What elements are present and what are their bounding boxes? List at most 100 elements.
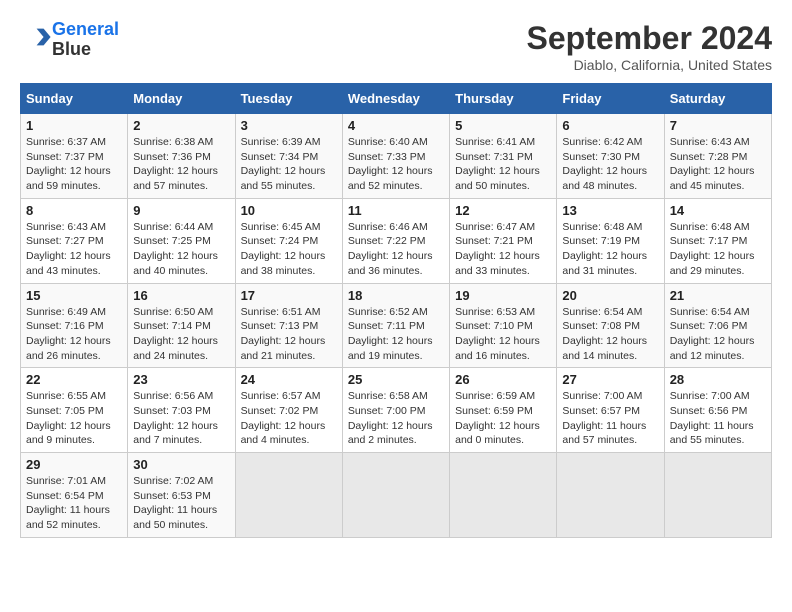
day-info: Sunrise: 6:42 AMSunset: 7:30 PMDaylight:… — [562, 136, 647, 192]
day-number: 13 — [562, 203, 658, 218]
calendar-cell — [664, 453, 771, 538]
calendar-cell: 19 Sunrise: 6:53 AMSunset: 7:10 PMDaylig… — [450, 283, 557, 368]
col-thursday: Thursday — [450, 84, 557, 114]
calendar-week-row: 8 Sunrise: 6:43 AMSunset: 7:27 PMDayligh… — [21, 198, 772, 283]
day-info: Sunrise: 6:41 AMSunset: 7:31 PMDaylight:… — [455, 136, 540, 192]
calendar-cell — [557, 453, 664, 538]
col-sunday: Sunday — [21, 84, 128, 114]
calendar-table: Sunday Monday Tuesday Wednesday Thursday… — [20, 83, 772, 538]
col-wednesday: Wednesday — [342, 84, 449, 114]
day-number: 29 — [26, 457, 122, 472]
logo: General Blue — [20, 20, 119, 60]
day-info: Sunrise: 6:54 AMSunset: 7:06 PMDaylight:… — [670, 306, 755, 362]
day-number: 21 — [670, 288, 766, 303]
calendar-cell: 10 Sunrise: 6:45 AMSunset: 7:24 PMDaylig… — [235, 198, 342, 283]
day-number: 17 — [241, 288, 337, 303]
day-number: 8 — [26, 203, 122, 218]
day-info: Sunrise: 6:43 AMSunset: 7:27 PMDaylight:… — [26, 221, 111, 277]
day-info: Sunrise: 6:58 AMSunset: 7:00 PMDaylight:… — [348, 390, 433, 446]
calendar-cell: 29 Sunrise: 7:01 AMSunset: 6:54 PMDaylig… — [21, 453, 128, 538]
calendar-cell: 18 Sunrise: 6:52 AMSunset: 7:11 PMDaylig… — [342, 283, 449, 368]
day-info: Sunrise: 6:49 AMSunset: 7:16 PMDaylight:… — [26, 306, 111, 362]
calendar-week-row: 1 Sunrise: 6:37 AMSunset: 7:37 PMDayligh… — [21, 114, 772, 199]
calendar-week-row: 29 Sunrise: 7:01 AMSunset: 6:54 PMDaylig… — [21, 453, 772, 538]
calendar-cell: 1 Sunrise: 6:37 AMSunset: 7:37 PMDayligh… — [21, 114, 128, 199]
calendar-cell: 21 Sunrise: 6:54 AMSunset: 7:06 PMDaylig… — [664, 283, 771, 368]
day-number: 14 — [670, 203, 766, 218]
col-monday: Monday — [128, 84, 235, 114]
day-number: 11 — [348, 203, 444, 218]
calendar-cell — [342, 453, 449, 538]
day-number: 15 — [26, 288, 122, 303]
col-tuesday: Tuesday — [235, 84, 342, 114]
title-block: September 2024 Diablo, California, Unite… — [527, 20, 772, 73]
calendar-cell: 28 Sunrise: 7:00 AMSunset: 6:56 PMDaylig… — [664, 368, 771, 453]
calendar-cell: 9 Sunrise: 6:44 AMSunset: 7:25 PMDayligh… — [128, 198, 235, 283]
day-number: 10 — [241, 203, 337, 218]
day-info: Sunrise: 7:01 AMSunset: 6:54 PMDaylight:… — [26, 475, 110, 531]
calendar-cell: 12 Sunrise: 6:47 AMSunset: 7:21 PMDaylig… — [450, 198, 557, 283]
calendar-week-row: 22 Sunrise: 6:55 AMSunset: 7:05 PMDaylig… — [21, 368, 772, 453]
calendar-cell: 3 Sunrise: 6:39 AMSunset: 7:34 PMDayligh… — [235, 114, 342, 199]
day-info: Sunrise: 7:00 AMSunset: 6:57 PMDaylight:… — [562, 390, 646, 446]
calendar-cell: 24 Sunrise: 6:57 AMSunset: 7:02 PMDaylig… — [235, 368, 342, 453]
day-info: Sunrise: 6:56 AMSunset: 7:03 PMDaylight:… — [133, 390, 218, 446]
col-friday: Friday — [557, 84, 664, 114]
calendar-cell: 30 Sunrise: 7:02 AMSunset: 6:53 PMDaylig… — [128, 453, 235, 538]
day-number: 1 — [26, 118, 122, 133]
month-title: September 2024 — [527, 20, 772, 57]
day-number: 3 — [241, 118, 337, 133]
calendar-cell — [450, 453, 557, 538]
day-number: 30 — [133, 457, 229, 472]
day-info: Sunrise: 6:50 AMSunset: 7:14 PMDaylight:… — [133, 306, 218, 362]
day-number: 19 — [455, 288, 551, 303]
day-info: Sunrise: 6:37 AMSunset: 7:37 PMDaylight:… — [26, 136, 111, 192]
day-info: Sunrise: 6:51 AMSunset: 7:13 PMDaylight:… — [241, 306, 326, 362]
day-info: Sunrise: 6:48 AMSunset: 7:17 PMDaylight:… — [670, 221, 755, 277]
day-number: 6 — [562, 118, 658, 133]
day-info: Sunrise: 6:46 AMSunset: 7:22 PMDaylight:… — [348, 221, 433, 277]
day-number: 26 — [455, 372, 551, 387]
day-number: 25 — [348, 372, 444, 387]
day-number: 5 — [455, 118, 551, 133]
day-number: 4 — [348, 118, 444, 133]
calendar-body: 1 Sunrise: 6:37 AMSunset: 7:37 PMDayligh… — [21, 114, 772, 538]
day-number: 22 — [26, 372, 122, 387]
day-info: Sunrise: 6:39 AMSunset: 7:34 PMDaylight:… — [241, 136, 326, 192]
calendar-cell: 4 Sunrise: 6:40 AMSunset: 7:33 PMDayligh… — [342, 114, 449, 199]
calendar-cell: 16 Sunrise: 6:50 AMSunset: 7:14 PMDaylig… — [128, 283, 235, 368]
calendar-cell: 20 Sunrise: 6:54 AMSunset: 7:08 PMDaylig… — [557, 283, 664, 368]
day-number: 20 — [562, 288, 658, 303]
calendar-cell: 5 Sunrise: 6:41 AMSunset: 7:31 PMDayligh… — [450, 114, 557, 199]
calendar-cell: 27 Sunrise: 7:00 AMSunset: 6:57 PMDaylig… — [557, 368, 664, 453]
day-number: 9 — [133, 203, 229, 218]
calendar-cell: 23 Sunrise: 6:56 AMSunset: 7:03 PMDaylig… — [128, 368, 235, 453]
day-number: 28 — [670, 372, 766, 387]
calendar-cell: 11 Sunrise: 6:46 AMSunset: 7:22 PMDaylig… — [342, 198, 449, 283]
calendar-cell: 14 Sunrise: 6:48 AMSunset: 7:17 PMDaylig… — [664, 198, 771, 283]
day-info: Sunrise: 7:02 AMSunset: 6:53 PMDaylight:… — [133, 475, 217, 531]
day-info: Sunrise: 6:45 AMSunset: 7:24 PMDaylight:… — [241, 221, 326, 277]
day-number: 23 — [133, 372, 229, 387]
day-info: Sunrise: 6:47 AMSunset: 7:21 PMDaylight:… — [455, 221, 540, 277]
day-info: Sunrise: 6:43 AMSunset: 7:28 PMDaylight:… — [670, 136, 755, 192]
day-number: 18 — [348, 288, 444, 303]
day-info: Sunrise: 6:54 AMSunset: 7:08 PMDaylight:… — [562, 306, 647, 362]
calendar-cell: 15 Sunrise: 6:49 AMSunset: 7:16 PMDaylig… — [21, 283, 128, 368]
calendar-cell: 13 Sunrise: 6:48 AMSunset: 7:19 PMDaylig… — [557, 198, 664, 283]
day-number: 7 — [670, 118, 766, 133]
day-info: Sunrise: 6:48 AMSunset: 7:19 PMDaylight:… — [562, 221, 647, 277]
calendar-header-row: Sunday Monday Tuesday Wednesday Thursday… — [21, 84, 772, 114]
calendar-cell: 7 Sunrise: 6:43 AMSunset: 7:28 PMDayligh… — [664, 114, 771, 199]
col-saturday: Saturday — [664, 84, 771, 114]
day-info: Sunrise: 7:00 AMSunset: 6:56 PMDaylight:… — [670, 390, 754, 446]
logo-text: General Blue — [52, 20, 119, 60]
calendar-cell: 26 Sunrise: 6:59 AMSunset: 6:59 PMDaylig… — [450, 368, 557, 453]
logo-icon — [24, 23, 52, 51]
day-number: 16 — [133, 288, 229, 303]
day-info: Sunrise: 6:59 AMSunset: 6:59 PMDaylight:… — [455, 390, 540, 446]
calendar-cell: 25 Sunrise: 6:58 AMSunset: 7:00 PMDaylig… — [342, 368, 449, 453]
day-number: 2 — [133, 118, 229, 133]
day-info: Sunrise: 6:53 AMSunset: 7:10 PMDaylight:… — [455, 306, 540, 362]
calendar-cell — [235, 453, 342, 538]
